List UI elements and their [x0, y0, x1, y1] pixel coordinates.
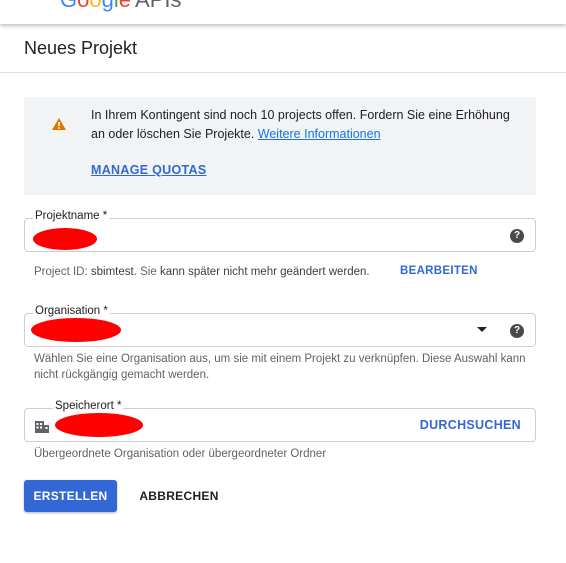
warning-triangle-icon [52, 118, 66, 130]
project-name-help-icon[interactable]: ? [510, 229, 524, 243]
browse-button[interactable]: DURCHSUCHEN [420, 418, 521, 432]
header-divider [0, 72, 566, 73]
project-name-label: Projektname * [33, 210, 110, 222]
redacted-location [55, 413, 143, 437]
location-field[interactable]: Speicherort * DURCHSUCHEN [24, 400, 536, 442]
redacted-organisation [31, 318, 121, 342]
project-name-field[interactable]: Projektname * ? [24, 210, 536, 252]
hamburger-menu-icon[interactable] [22, 0, 42, 2]
location-label: Speicherort * [53, 400, 124, 412]
manage-quotas-link[interactable]: MANAGE QUOTAS [91, 163, 206, 177]
location-hint: Übergeordnete Organisation oder übergeor… [34, 448, 327, 460]
create-button[interactable]: ERSTELLEN [24, 480, 117, 512]
top-app-bar: GoogleAPIs [0, 0, 566, 24]
dropdown-arrow-icon[interactable] [477, 327, 487, 332]
project-id-value: sbimtest [90, 266, 134, 278]
project-id-hint: Project ID: sbimtest. Sie kann später ni… [34, 266, 370, 278]
page-title: Neues Projekt [24, 38, 138, 58]
redacted-project-name [33, 228, 97, 250]
organisation-label: Organisation * [33, 305, 110, 317]
organisation-hint: Wählen Sie eine Organisation aus, um sie… [34, 353, 526, 381]
building-icon [35, 421, 49, 433]
google-apis-logo[interactable]: GoogleAPIs [60, 0, 181, 13]
organisation-help-icon[interactable]: ? [510, 324, 524, 338]
organisation-select[interactable]: Organisation * ? [24, 305, 536, 347]
cancel-button[interactable]: ABBRECHEN [132, 480, 226, 512]
more-info-link[interactable]: Weitere Informationen [258, 127, 381, 141]
quota-message: In Ihrem Kontingent sind noch 10 project… [91, 106, 511, 144]
edit-project-id-button[interactable]: BEARBEITEN [400, 265, 478, 277]
quota-info-box: In Ihrem Kontingent sind noch 10 project… [24, 97, 536, 195]
